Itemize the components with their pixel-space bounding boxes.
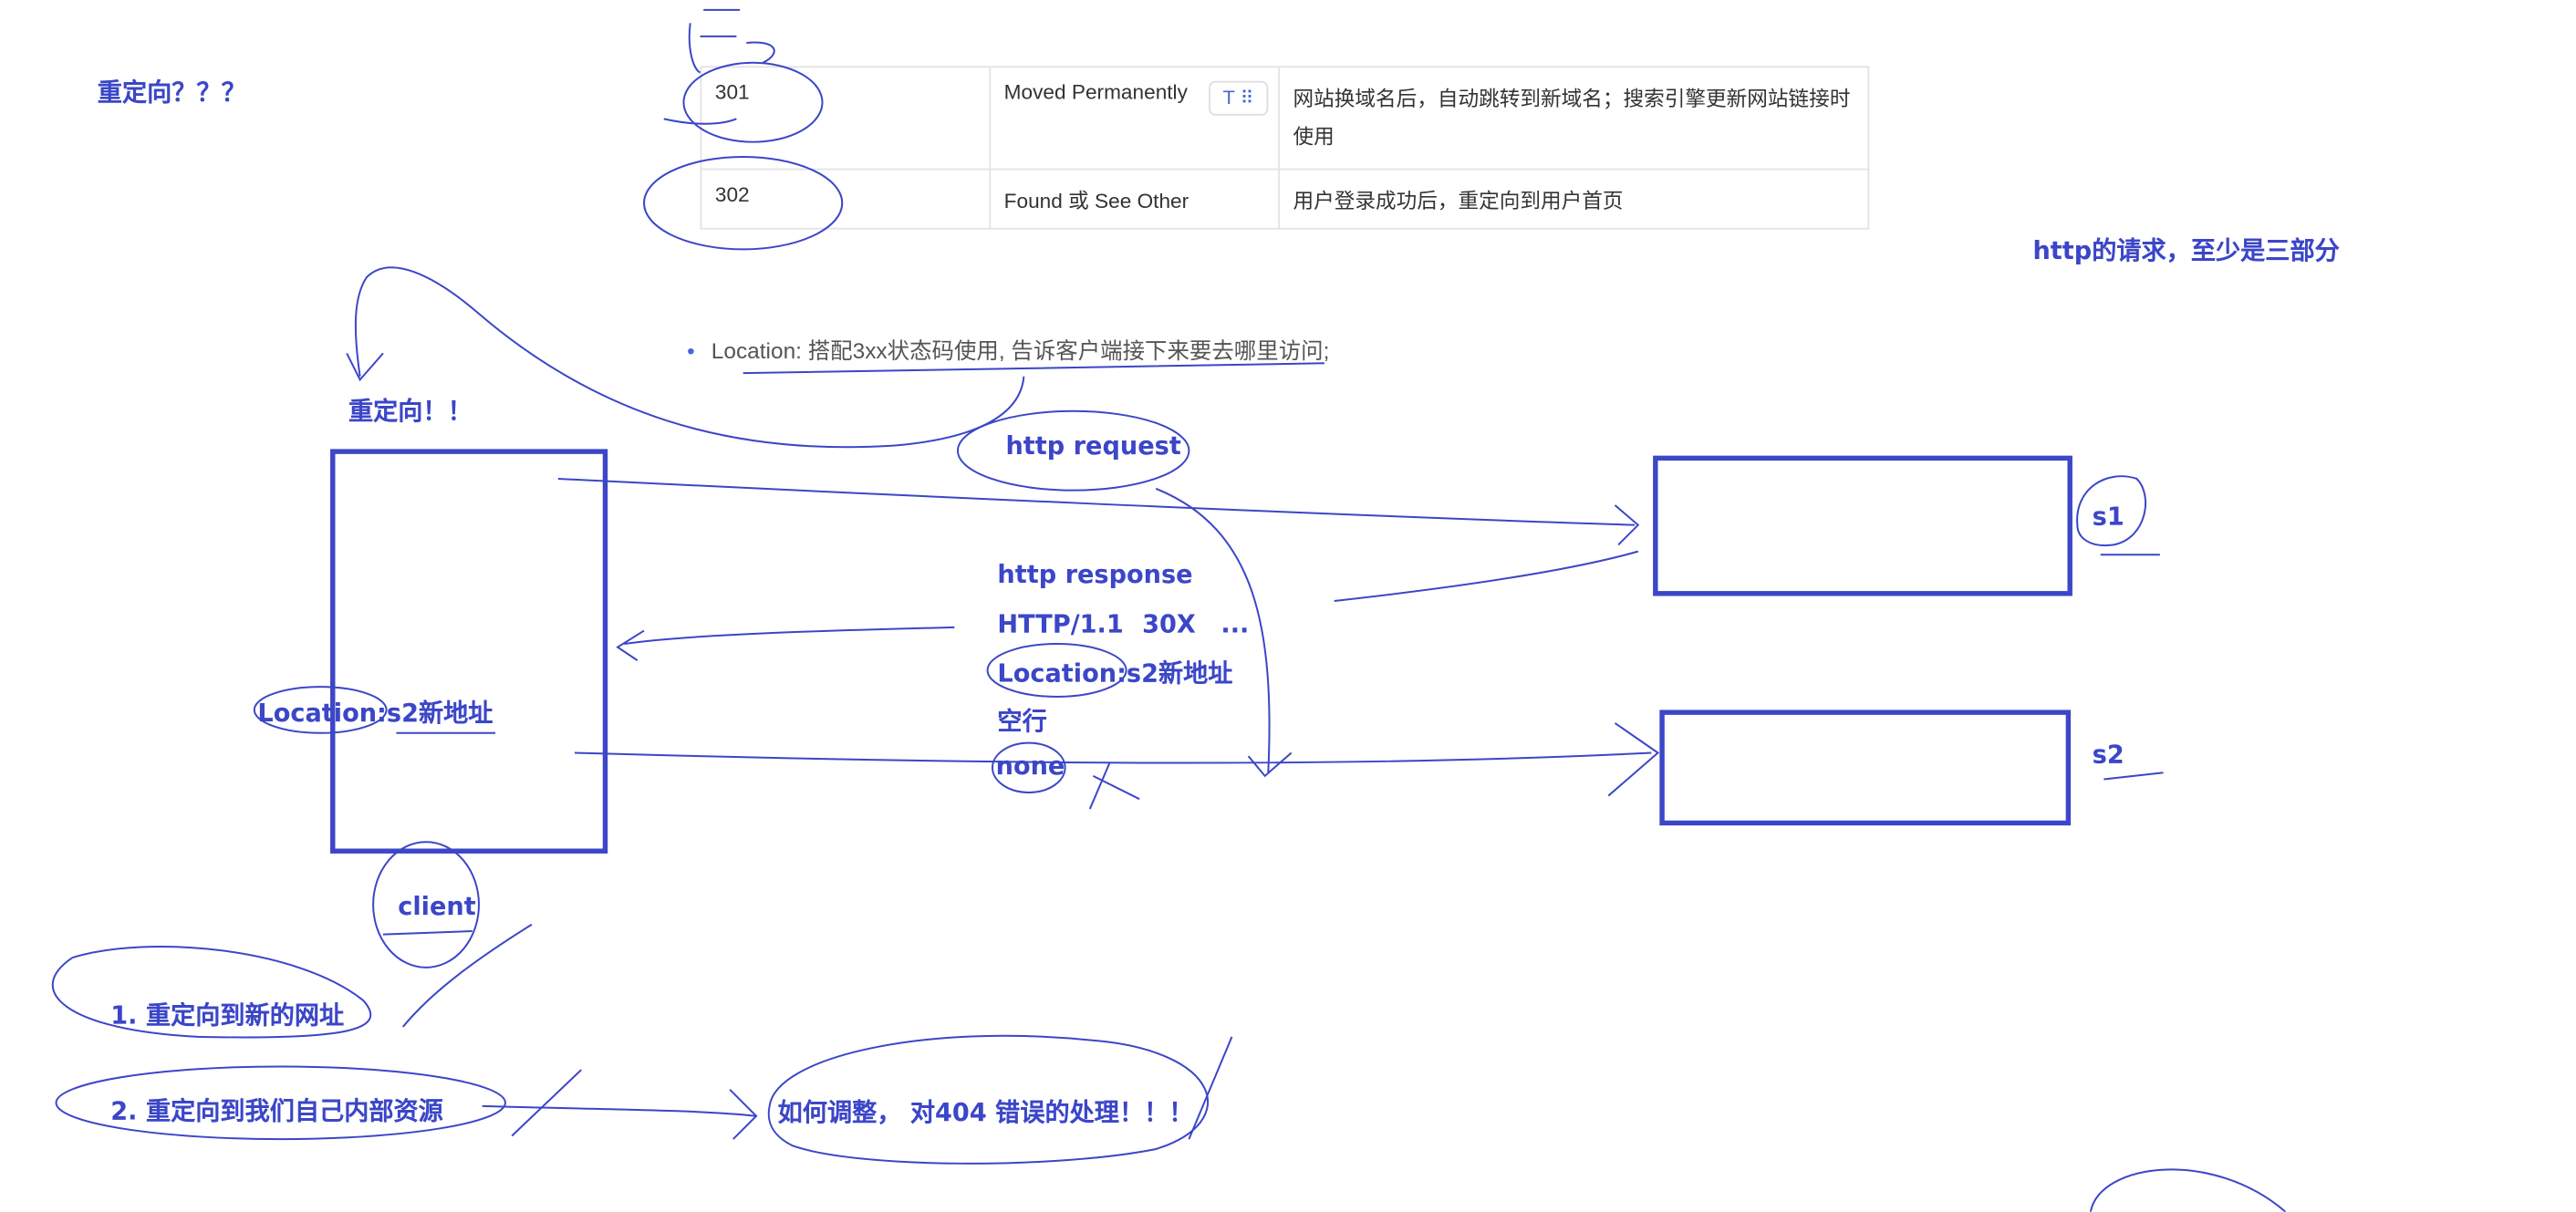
status-code-table: 301 Moved Permanently 网站换域名后，自动跳转到新域名；搜索… xyxy=(700,66,1870,230)
status-code-cell: 302 xyxy=(700,168,992,230)
status-name-cell: Found 或 See Other xyxy=(989,168,1280,230)
request-parts-note: http的请求，至少是三部分 xyxy=(2032,235,2340,266)
location-bullet: • Location: 搭配3xx状态码使用, 告诉客户端接下来要去哪里访问; xyxy=(687,332,1329,365)
http-request-label: http request xyxy=(1005,430,1181,461)
point-1: 1. 重定向到新的网址 xyxy=(110,1000,345,1031)
ink-tick-none xyxy=(1088,761,1140,810)
client-box xyxy=(330,449,608,854)
ink-s2-underline xyxy=(2103,772,2164,781)
ink-arrow-response xyxy=(616,626,955,661)
status-desc-line: 网站换域名后，自动跳转到新域名；搜索引擎更新网站链接时 xyxy=(1293,87,1851,111)
point-2: 2. 重定向到我们自己内部资源 xyxy=(110,1096,443,1126)
location-value: s2新地址 xyxy=(1126,658,1233,689)
blank-line-label: 空行 xyxy=(997,706,1047,737)
table-row: 302 Found 或 See Other 用户登录成功后，重定向到用户首页 xyxy=(700,168,1870,230)
ink-line-response xyxy=(1334,550,1639,602)
ink-arrow-point2 xyxy=(482,1089,758,1140)
ink-arrow-s2 xyxy=(574,722,1660,797)
status-version: HTTP/1.1 xyxy=(997,609,1124,639)
ink-line-client-point1 xyxy=(401,923,533,1028)
text-format-button[interactable]: T ⠿ xyxy=(1209,80,1269,116)
body-none-label: none xyxy=(995,751,1065,782)
client-label: client xyxy=(398,891,476,922)
s2-label: s2 xyxy=(2092,740,2124,770)
http-response-label: http response xyxy=(997,559,1193,590)
response-location-header: Location:s2新地址 xyxy=(997,656,1232,690)
response-status-line: HTTP/1.1 30X ... xyxy=(997,609,1249,639)
bullet-dot-icon: • xyxy=(687,338,695,364)
title-note: 重定向？？？ xyxy=(97,78,246,108)
table-row: 301 Moved Permanently 网站换域名后，自动跳转到新域名；搜索… xyxy=(700,66,1870,171)
ink-scribble-top xyxy=(688,8,775,74)
bullet-text: Location: 搭配3xx状态码使用, 告诉客户端接下来要去哪里访问; xyxy=(711,338,1330,364)
server-s2-box xyxy=(1659,710,2072,826)
status-code-cell: 301 xyxy=(700,66,992,171)
status-code: 30X xyxy=(1142,609,1196,639)
ink-tick-point2 xyxy=(511,1069,582,1137)
status-desc-cell[interactable]: 网站换域名后，自动跳转到新域名；搜索引擎更新网站链接时 使用 xyxy=(1278,66,1870,171)
redirect-note: 重定向！！ xyxy=(348,396,473,427)
location-key: Location: xyxy=(997,658,1127,689)
point-3: 如何调整， 对404 错误的处理！！！ xyxy=(777,1097,1194,1128)
client-location: Location:s2新地址 xyxy=(257,695,493,730)
status-desc-line: 使用 xyxy=(1293,125,1335,149)
ink-tick-point3 xyxy=(1188,1036,1233,1140)
status-desc-cell[interactable]: 用户登录成功后，重定向到用户首页 xyxy=(1278,168,1870,230)
server-s1-box xyxy=(1653,455,2072,596)
ink-underline-client xyxy=(382,930,473,936)
status-reason: ... xyxy=(1220,609,1250,639)
whiteboard-canvas: 重定向？？？ 301 Moved Permanently 网站换域名后，自动跳转… xyxy=(0,0,2576,1212)
client-location-key: Location: xyxy=(257,698,387,729)
ink-arrow-request xyxy=(557,477,1640,546)
status-desc-line: 用户登录成功后，重定向到用户首页 xyxy=(1293,190,1624,213)
s1-label: s1 xyxy=(2092,502,2124,532)
client-location-value: s2新地址 xyxy=(386,698,493,729)
